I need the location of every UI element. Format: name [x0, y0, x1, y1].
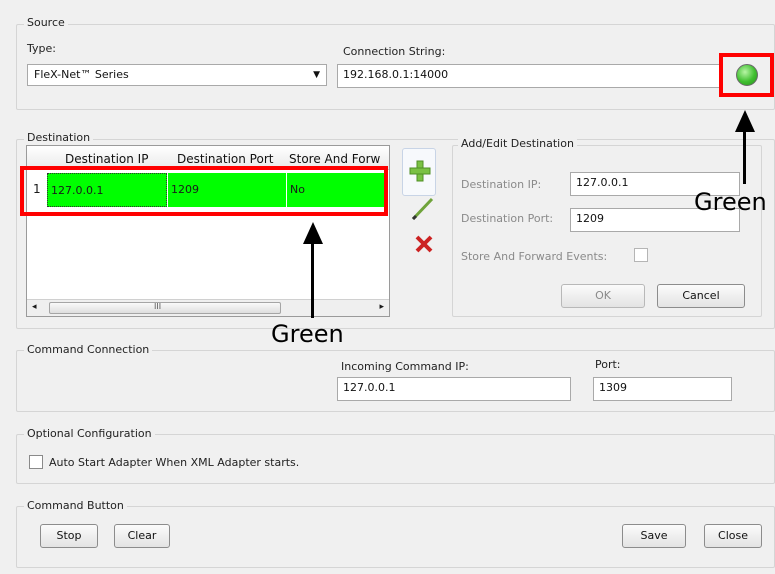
auto-start-checkbox[interactable]	[29, 455, 43, 469]
dest-ip-label: Destination IP:	[461, 178, 542, 191]
cancel-button[interactable]: Cancel	[657, 284, 745, 308]
save-button[interactable]: Save	[622, 524, 686, 548]
led-annotation-box	[719, 53, 774, 97]
arrow-up-right-shaft	[743, 130, 746, 184]
connection-string-input[interactable]: 192.168.0.1:14000	[337, 64, 721, 88]
destination-title: Destination	[24, 131, 94, 144]
auto-start-label: Auto Start Adapter When XML Adapter star…	[49, 456, 300, 469]
store-forward-label: Store And Forward Events:	[461, 250, 608, 263]
scroll-thumb[interactable]: III	[49, 302, 281, 314]
command-connection-title: Command Connection	[24, 343, 153, 356]
type-select-value: FleX-Net™ Series	[34, 68, 129, 81]
stop-button[interactable]: Stop	[40, 524, 98, 548]
arrow-up-right-head	[735, 110, 755, 132]
green-annotation-right: Green	[694, 188, 767, 216]
scroll-right-icon[interactable]: ▸	[379, 302, 384, 312]
command-button-title: Command Button	[24, 499, 127, 512]
col-store-forward[interactable]: Store And Forw	[289, 152, 380, 166]
add-edit-title: Add/Edit Destination	[458, 137, 577, 150]
col-destination-port[interactable]: Destination Port	[177, 152, 273, 166]
store-forward-checkbox[interactable]	[634, 248, 648, 262]
scroll-left-icon[interactable]: ◂	[32, 302, 37, 312]
green-annotation-bottom: Green	[271, 320, 344, 348]
type-label: Type:	[27, 42, 56, 55]
row-annotation-box	[20, 166, 388, 216]
add-destination-button[interactable]	[402, 148, 436, 196]
incoming-ip-input[interactable]: 127.0.0.1	[337, 377, 571, 401]
adapter-config-panel: Source Type: FleX-Net™ Series ▼ Connecti…	[0, 0, 775, 574]
add-icon	[409, 160, 431, 182]
incoming-ip-label: Incoming Command IP:	[341, 360, 469, 373]
source-title: Source	[24, 16, 68, 29]
edit-pencil-icon[interactable]	[410, 196, 436, 222]
arrow-up-bottom-head	[303, 222, 323, 244]
optional-config-title: Optional Configuration	[24, 427, 155, 440]
arrow-up-bottom-shaft	[311, 240, 314, 318]
horizontal-scrollbar[interactable]: ◂ III ▸	[27, 299, 389, 316]
ok-button[interactable]: OK	[561, 284, 645, 308]
type-select[interactable]: FleX-Net™ Series ▼	[27, 64, 327, 86]
clear-button[interactable]: Clear	[114, 524, 170, 548]
close-button[interactable]: Close	[704, 524, 762, 548]
connection-string-label: Connection String:	[343, 45, 446, 58]
scroll-grip: III	[154, 302, 162, 311]
delete-x-icon[interactable]	[414, 234, 434, 254]
col-destination-ip[interactable]: Destination IP	[65, 152, 148, 166]
dropdown-arrow-icon: ▼	[313, 70, 320, 80]
port-input[interactable]: 1309	[593, 377, 732, 401]
port-label: Port:	[595, 358, 621, 371]
dest-port-label: Destination Port:	[461, 212, 554, 225]
